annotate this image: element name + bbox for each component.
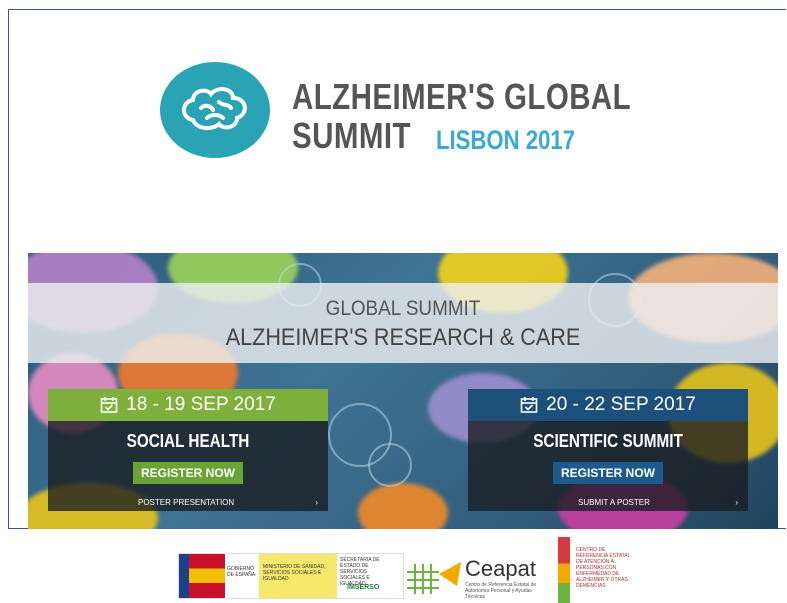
ceapat-subtitle: Centro de Referencia Estatal de Autonomí… bbox=[465, 582, 537, 600]
chevron-right-icon: › bbox=[735, 497, 738, 507]
card-footer-label: POSTER PRESENTATION bbox=[138, 497, 235, 507]
spanish-government-logo: GOBIERNO DE ESPAÑA MINISTERIO DE SANIDAD… bbox=[178, 553, 404, 599]
logo-title-line2: SUMMIT bbox=[292, 115, 411, 156]
calendar-icon bbox=[100, 397, 118, 413]
number-one-icon bbox=[558, 537, 570, 603]
brain-icon bbox=[182, 87, 247, 131]
ministry-label: MINISTERIO DE SANIDAD, SERVICIOS SOCIALE… bbox=[259, 554, 337, 598]
logo-city: LISBON 2017 bbox=[436, 125, 576, 155]
ceapat-logo: Ceapat Centro de Referencia Estatal de A… bbox=[405, 556, 545, 600]
card-title: SCIENTIFIC SUMMIT bbox=[533, 431, 683, 451]
card-footer-label: SUBMIT A POSTER bbox=[578, 497, 650, 507]
summit-logo bbox=[160, 62, 270, 158]
card-date-bar: 18 - 19 SEP 2017 bbox=[48, 389, 328, 421]
submit-poster-link[interactable]: SUBMIT A POSTER › bbox=[468, 493, 748, 511]
poster-presentation-link[interactable]: POSTER PRESENTATION › bbox=[48, 493, 328, 511]
ceapat-name: Ceapat bbox=[465, 556, 536, 581]
banner-title-line2: ALZHEIMER'S RESEARCH & CARE bbox=[225, 324, 581, 351]
card-date: 18 - 19 SEP 2017 bbox=[126, 394, 276, 415]
register-now-button[interactable]: REGISTER NOW bbox=[133, 462, 243, 484]
logo-title-line1: ALZHEIMER'S GLOBAL bbox=[292, 76, 632, 117]
eu-flag-stripe bbox=[179, 554, 189, 598]
centro-label: CENTRO DE REFERENCIA ESTATAL DE ATENCIÓN… bbox=[576, 547, 631, 589]
brain-blob-orange-2 bbox=[358, 483, 448, 529]
coat-of-arms-icon bbox=[189, 554, 225, 598]
scientific-summit-card: 20 - 22 SEP 2017 SCIENTIFIC SUMMIT REGIS… bbox=[468, 389, 748, 511]
card-title: SOCIAL HEALTH bbox=[126, 431, 250, 451]
register-now-button[interactable]: REGISTER NOW bbox=[553, 462, 663, 484]
summit-banner: GLOBAL SUMMIT ALZHEIMER'S RESEARCH & CAR… bbox=[28, 253, 778, 529]
grid-logo-icon bbox=[407, 562, 461, 594]
imserso-label: IMSERSO bbox=[347, 584, 380, 591]
imserso-block: SECRETARÍA DE ESTADO DE SERVICIOS SOCIAL… bbox=[337, 554, 393, 598]
calendar-icon bbox=[520, 397, 538, 413]
cell-decoration bbox=[368, 443, 412, 487]
gov-spain-label: GOBIERNO DE ESPAÑA bbox=[227, 566, 256, 578]
card-date: 20 - 22 SEP 2017 bbox=[546, 394, 696, 415]
chevron-right-icon: › bbox=[315, 497, 318, 507]
card-date-bar: 20 - 22 SEP 2017 bbox=[468, 389, 748, 421]
social-health-card: 18 - 19 SEP 2017 SOCIAL HEALTH REGISTER … bbox=[48, 389, 328, 511]
alzheimer-centre-logo: CENTRO DE REFERENCIA ESTATAL DE ATENCIÓN… bbox=[558, 537, 638, 603]
banner-title-line1: GLOBAL SUMMIT bbox=[325, 297, 481, 320]
